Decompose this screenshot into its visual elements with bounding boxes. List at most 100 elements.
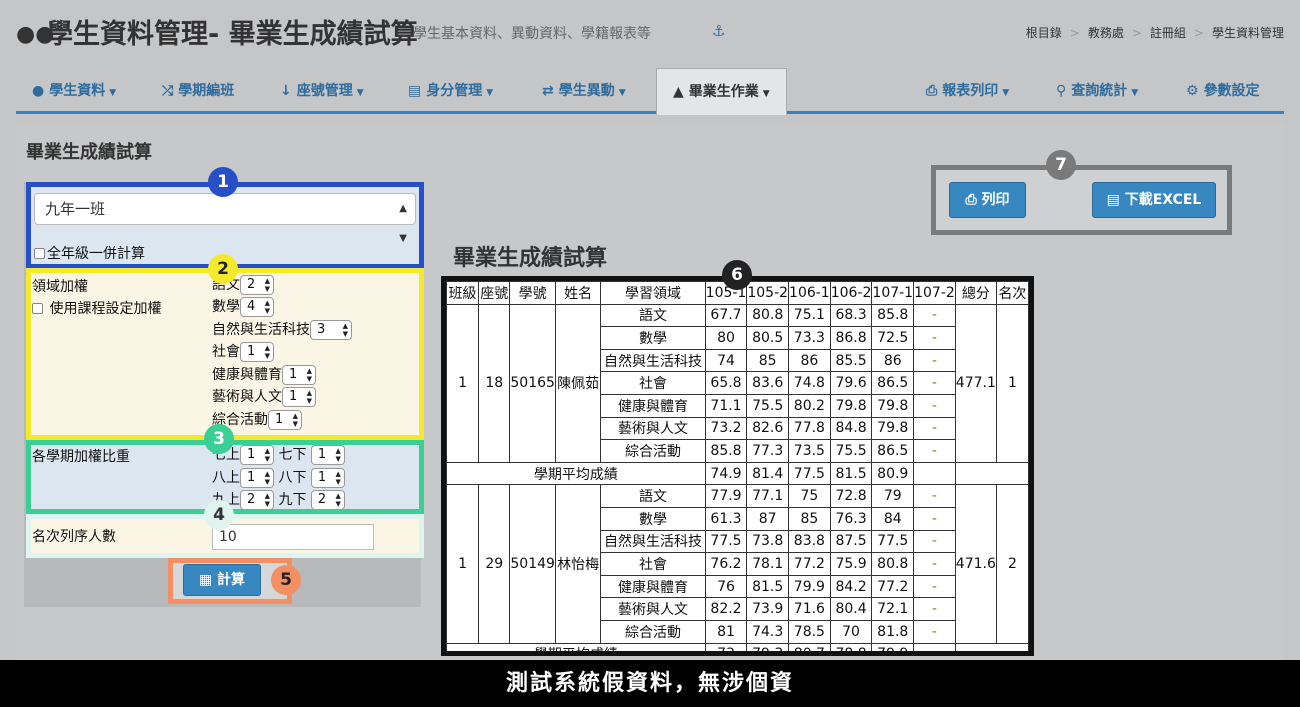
print-button[interactable]: ⎙ 列印 [949, 182, 1026, 218]
semester-weight-row: 八上 1 ▲ ▼ 八下 1 ▲ ▼ [212, 467, 345, 489]
semester-weight-stepper[interactable]: 2 ▲ ▼ [240, 490, 274, 510]
score-cell: 79.9 [788, 574, 831, 599]
average-label: 學期平均成績 [446, 642, 706, 651]
annotation-badge-6: 6 [722, 260, 752, 290]
score-cell: 74.8 [788, 371, 831, 395]
score-cell: 71.6 [788, 597, 831, 621]
nav-report-print[interactable]: ⎙ 報表列印 ▼ [926, 68, 1009, 114]
score-cell: 70 [829, 619, 873, 644]
total-score: 471.6 [954, 484, 997, 644]
domain-name: 健康與體育 [600, 393, 706, 418]
weight-stepper[interactable]: 2 ▲ ▼ [240, 275, 274, 295]
nav-student-transfer[interactable]: ⇄ 學生異動 ▼ [542, 68, 626, 114]
use-course-weight-label[interactable]: 使用課程設定加權 [32, 298, 161, 318]
score-cell: 79.8 [871, 393, 915, 418]
score-cell: 84.2 [829, 574, 873, 599]
average-cell: 74.9 [704, 461, 748, 486]
weight-stepper[interactable]: 1 ▲ ▼ [240, 342, 274, 362]
score-cell: 85.8 [871, 303, 915, 328]
weight-stepper[interactable]: 1 ▲ ▼ [282, 365, 316, 385]
score-cell: 80 [704, 326, 748, 350]
score-cell: 77.3 [746, 439, 790, 463]
breadcrumb-item[interactable]: 註冊組 [1150, 26, 1186, 40]
semester-weight-stepper[interactable]: 2 ▲ ▼ [310, 490, 345, 510]
score-cell: - [913, 393, 956, 418]
weight-stepper[interactable]: 1 ▲ ▼ [268, 410, 302, 430]
domain-name: 社會 [600, 552, 706, 576]
score-cell: 73.2 [704, 416, 748, 441]
score-cell: 86.5 [871, 371, 915, 395]
nav-identity-management[interactable]: ▤ 身分管理 ▼ [408, 68, 493, 114]
average-cell: 81.4 [746, 461, 790, 486]
excel-file-icon: ▤ [1106, 192, 1120, 208]
weight-stepper[interactable]: 3 ▲ ▼ [310, 320, 352, 340]
breadcrumb-item[interactable]: 教務處 [1088, 26, 1124, 40]
anchor-icon[interactable]: ⚓ [712, 22, 725, 40]
nav-parameter-settings[interactable]: ⚙ 參數設定 [1186, 68, 1260, 114]
domain-name: 語文 [600, 484, 706, 508]
class-select[interactable]: 九年一班 ▲ ▼ [34, 193, 416, 244]
nav-student-data[interactable]: ● 學生資料 ▼ [32, 68, 116, 114]
column-header: 學習領域 [600, 281, 706, 305]
footer-notice: 測試系統假資料，無涉個資 [0, 660, 1300, 707]
rank: 2 [995, 484, 1029, 644]
column-header: 姓名 [554, 281, 602, 305]
rank-count-input[interactable]: 10 [212, 524, 374, 550]
whole-grade-checkbox[interactable] [34, 248, 45, 259]
score-cell: 73.9 [746, 597, 790, 621]
score-cell: 75.5 [746, 393, 790, 418]
sort-icon: ↓ [280, 83, 292, 99]
caret-down-icon: ▼ [486, 88, 494, 98]
semester-weight-stepper[interactable]: 1 ▲ ▼ [310, 468, 345, 488]
annotation-badge-2: 2 [208, 254, 238, 284]
breadcrumb: 根目錄 > 教務處 > 註冊組 > 學生資料管理 [1025, 26, 1284, 40]
download-excel-button[interactable]: ▤ 下載EXCEL [1092, 182, 1216, 218]
semester-weight-stepper[interactable]: 1 ▲ ▼ [240, 468, 274, 488]
breadcrumb-item[interactable]: 根目錄 [1026, 26, 1062, 40]
score-cell: 73.3 [788, 326, 831, 350]
calculate-button[interactable]: ▦ 計算 [183, 564, 261, 596]
average-cell: 73 [704, 642, 748, 651]
domain-name: 數學 [600, 326, 706, 350]
score-cell: 75.1 [788, 303, 831, 328]
score-cell: 85.5 [829, 348, 873, 373]
breadcrumb-item: 學生資料管理 [1211, 26, 1284, 40]
users-icon: ● [32, 83, 45, 99]
column-header: 106-1 [788, 281, 831, 305]
domain-name: 社會 [600, 371, 706, 395]
score-cell: 79.8 [829, 393, 873, 418]
weight-stepper[interactable]: 1 ▲ ▼ [282, 387, 316, 407]
score-cell: 75 [788, 484, 831, 508]
score-cell: 68.3 [829, 303, 873, 328]
nav-seat-management[interactable]: ↓ 座號管理 ▼ [280, 68, 364, 114]
result-title: 畢業生成績試算 [453, 246, 608, 271]
column-header: 107-1 [871, 281, 915, 305]
use-course-weight-checkbox[interactable] [32, 303, 43, 314]
score-cell: - [913, 619, 956, 644]
average-blank [954, 642, 1029, 651]
column-header: 105-2 [746, 281, 790, 305]
caret-down-icon: ▼ [1131, 88, 1139, 98]
nav-query-stats[interactable]: ⚲ 查詢統計 ▼ [1056, 68, 1138, 114]
domain-name: 綜合活動 [600, 619, 706, 644]
score-cell: 86.5 [871, 439, 915, 463]
score-cell: 82.2 [704, 597, 748, 621]
student-class: 1 [446, 484, 480, 644]
page-subtitle: 學生基本資料、異動資料、學籍報表等 [413, 26, 651, 42]
nav-semester-class[interactable]: ⤮ 學期編班 [162, 68, 234, 114]
nav-graduate-tasks[interactable]: ▲ 畢業生作業 ▼ [656, 68, 787, 115]
caret-down-icon: ▼ [1002, 88, 1010, 98]
score-cell: - [913, 439, 956, 463]
score-cell: 72.5 [871, 326, 915, 350]
semester-weight-stepper[interactable]: 1 ▲ ▼ [310, 445, 345, 465]
score-cell: 80.8 [746, 303, 790, 328]
gear-icon: ⚙ [1186, 83, 1199, 99]
student-class: 1 [446, 303, 480, 463]
average-cell: 80.9 [871, 461, 915, 486]
semester-weight-stepper[interactable]: 1 ▲ ▼ [240, 445, 274, 465]
score-cell: 77.5 [871, 529, 915, 554]
score-cell: 80.8 [871, 552, 915, 576]
score-cell: 81.8 [871, 619, 915, 644]
weight-stepper[interactable]: 4 ▲ ▼ [240, 297, 274, 317]
whole-grade-checkbox-label[interactable]: 全年級一併計算 [34, 243, 145, 263]
